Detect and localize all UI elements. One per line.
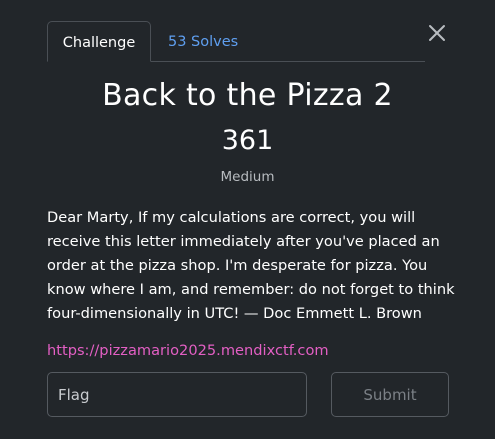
submit-button[interactable]: Submit	[331, 372, 449, 417]
close-icon	[429, 25, 445, 41]
challenge-link[interactable]: https://pizzamario2025.mendixctf.com	[47, 342, 329, 359]
challenge-description: Dear Marty, If my calculations are corre…	[47, 209, 455, 322]
tab-solves[interactable]: 53 Solves	[168, 21, 238, 62]
close-button[interactable]	[424, 20, 450, 46]
tab-challenge[interactable]: Challenge	[47, 21, 151, 62]
tab-bar: Challenge 53 Solves	[47, 21, 425, 62]
challenge-modal: Challenge 53 Solves Back to the Pizza 2 …	[0, 0, 495, 439]
challenge-points: 361	[221, 125, 274, 156]
flag-input[interactable]	[47, 372, 307, 417]
challenge-title: Back to the Pizza 2	[102, 78, 393, 113]
challenge-difficulty: Medium	[220, 169, 275, 185]
